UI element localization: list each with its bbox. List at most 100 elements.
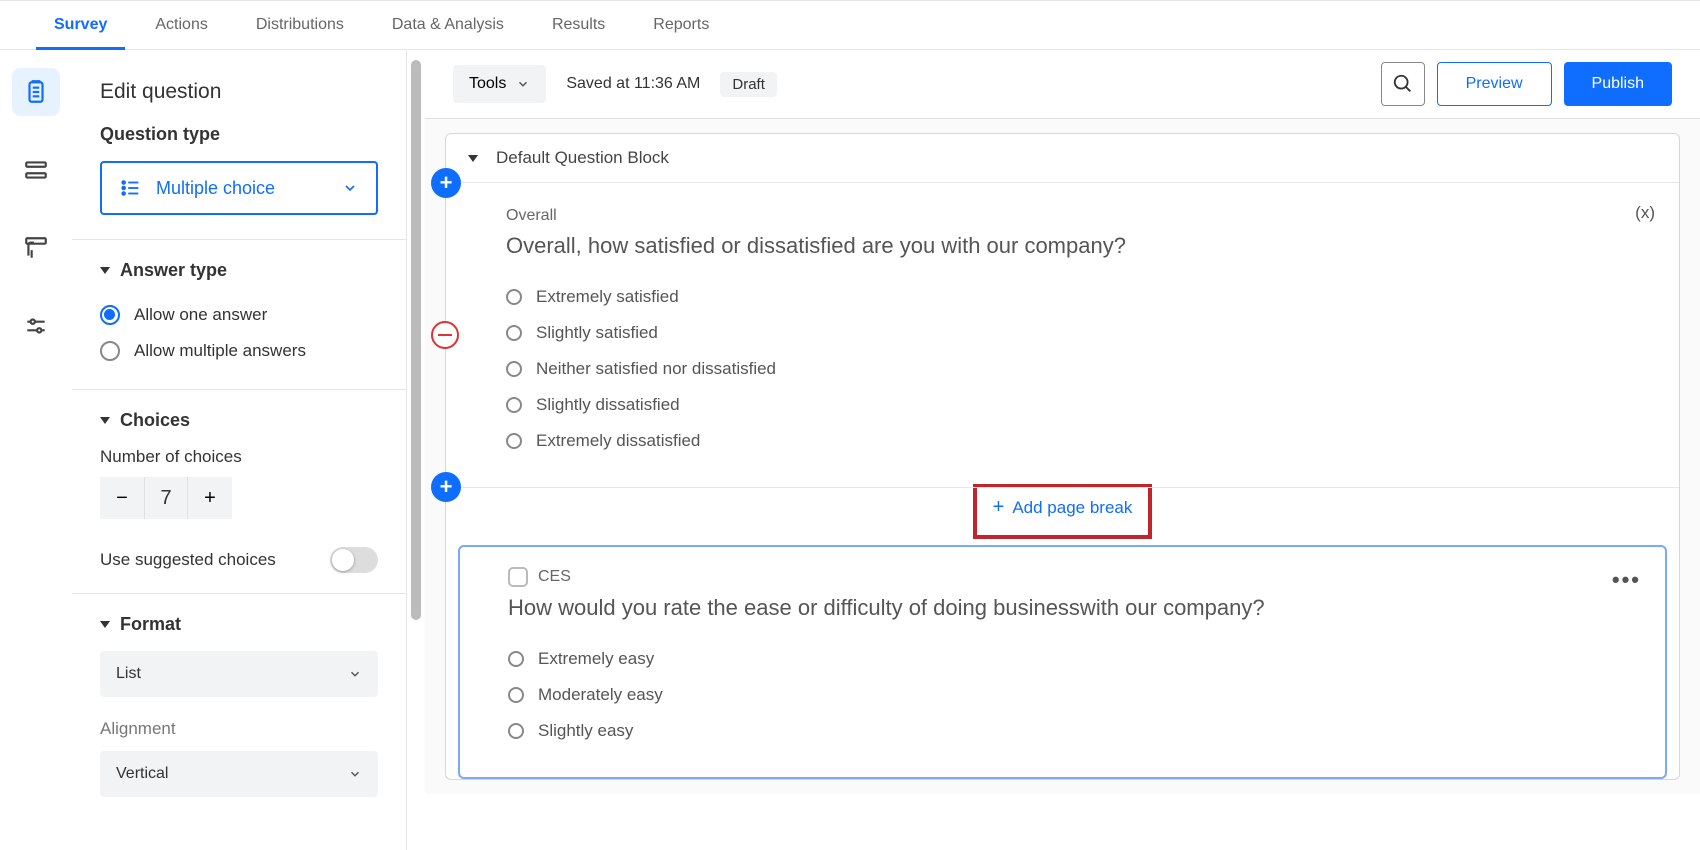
tab-results[interactable]: Results: [528, 1, 629, 49]
question-option[interactable]: Extremely dissatisfied: [506, 423, 1619, 459]
format-section-toggle[interactable]: Format: [100, 614, 378, 635]
plus-icon: +: [993, 496, 1005, 519]
radio-allow-multiple-label: Allow multiple answers: [134, 341, 306, 361]
option-label: Slightly easy: [538, 721, 633, 741]
tab-reports[interactable]: Reports: [629, 1, 733, 49]
rail-options-icon[interactable]: [12, 302, 60, 350]
question-block: Default Question Block + + (x) Overall O…: [445, 133, 1680, 780]
num-choices-label: Number of choices: [100, 447, 378, 467]
option-label: Extremely easy: [538, 649, 654, 669]
rail-flow-icon[interactable]: [12, 146, 60, 194]
tab-survey[interactable]: Survey: [30, 1, 131, 49]
alignment-select-value: Vertical: [116, 765, 168, 783]
saved-status: Saved at 11:36 AM: [566, 75, 700, 93]
alignment-select[interactable]: Vertical: [100, 751, 378, 797]
caret-down-icon: [100, 417, 110, 424]
stepper-decrement[interactable]: −: [100, 477, 144, 519]
add-question-above-button[interactable]: +: [431, 168, 461, 198]
search-button[interactable]: [1381, 62, 1425, 106]
add-page-break-button[interactable]: + Add page break: [979, 488, 1147, 527]
preview-button[interactable]: Preview: [1437, 62, 1552, 106]
question-option[interactable]: Slightly easy: [508, 713, 1617, 749]
option-label: Slightly dissatisfied: [536, 395, 680, 415]
remove-question-button[interactable]: [431, 321, 459, 349]
tools-button[interactable]: Tools: [453, 65, 546, 103]
stepper-value: 7: [144, 477, 188, 519]
caret-down-icon: [100, 267, 110, 274]
answer-type-section-toggle[interactable]: Answer type: [100, 260, 378, 281]
suggested-choices-toggle[interactable]: [330, 547, 378, 573]
rail-builder-icon[interactable]: [12, 68, 60, 116]
radio-icon: [100, 305, 120, 325]
radio-allow-multiple[interactable]: Allow multiple answers: [100, 333, 378, 369]
rail-look-feel-icon[interactable]: [12, 224, 60, 272]
list-icon: [120, 177, 142, 199]
format-select-value: List: [116, 665, 141, 683]
choices-heading: Choices: [120, 410, 190, 431]
option-label: Moderately easy: [538, 685, 663, 705]
question-option[interactable]: Extremely satisfied: [506, 279, 1619, 315]
tools-label: Tools: [469, 75, 506, 93]
tab-actions[interactable]: Actions: [131, 1, 231, 49]
question-name: Overall: [506, 207, 1619, 225]
option-label: Extremely satisfied: [536, 287, 679, 307]
stepper-increment[interactable]: +: [188, 477, 232, 519]
add-question-below-button[interactable]: +: [431, 472, 461, 502]
tab-data-analysis[interactable]: Data & Analysis: [368, 1, 528, 49]
choices-section-toggle[interactable]: Choices: [100, 410, 378, 431]
chevron-down-icon: [348, 667, 362, 681]
option-label: Extremely dissatisfied: [536, 431, 700, 451]
block-header[interactable]: Default Question Block: [446, 134, 1679, 183]
question-option[interactable]: Slightly satisfied: [506, 315, 1619, 351]
question-option[interactable]: Extremely easy: [508, 641, 1617, 677]
caret-down-icon: [468, 155, 478, 162]
radio-icon: [508, 687, 524, 703]
sidebar-scrollbar[interactable]: [411, 60, 421, 620]
question-option[interactable]: Neither satisfied nor dissatisfied: [506, 351, 1619, 387]
question-option[interactable]: Slightly dissatisfied: [506, 387, 1619, 423]
search-icon: [1392, 73, 1414, 95]
piped-text-action[interactable]: (x): [1635, 203, 1655, 223]
top-nav: Survey Actions Distributions Data & Anal…: [0, 0, 1700, 50]
edit-sidebar: Edit question Question type Multiple cho…: [72, 50, 407, 850]
radio-icon: [100, 341, 120, 361]
qtype-heading: Question type: [72, 124, 406, 161]
answer-type-heading: Answer type: [120, 260, 227, 281]
draft-badge: Draft: [720, 72, 777, 97]
question-option[interactable]: Moderately easy: [508, 677, 1617, 713]
icon-rail: [0, 50, 72, 850]
canvas: Tools Saved at 11:36 AM Draft Preview Pu…: [425, 50, 1700, 850]
radio-allow-one[interactable]: Allow one answer: [100, 297, 378, 333]
suggested-choices-label: Use suggested choices: [100, 550, 276, 570]
radio-allow-one-label: Allow one answer: [134, 305, 267, 325]
select-question-checkbox[interactable]: [508, 567, 528, 587]
radio-icon: [508, 723, 524, 739]
format-select[interactable]: List: [100, 651, 378, 697]
chevron-down-icon: [348, 767, 362, 781]
radio-icon: [506, 397, 522, 413]
caret-down-icon: [100, 621, 110, 628]
alignment-label: Alignment: [100, 719, 378, 739]
chevron-down-icon: [342, 180, 358, 196]
sidebar-title: Edit question: [72, 50, 406, 124]
radio-icon: [508, 651, 524, 667]
format-heading: Format: [120, 614, 181, 635]
radio-icon: [506, 325, 522, 341]
radio-icon: [506, 433, 522, 449]
question-type-select[interactable]: Multiple choice: [100, 161, 378, 215]
question-card[interactable]: ••• CES How would you rate the ease or d…: [458, 545, 1667, 779]
option-label: Slightly satisfied: [536, 323, 658, 343]
chevron-down-icon: [516, 77, 530, 91]
tab-distributions[interactable]: Distributions: [232, 1, 368, 49]
question-menu-button[interactable]: •••: [1612, 567, 1641, 593]
question-type-label: Multiple choice: [156, 178, 275, 199]
num-choices-stepper: − 7 +: [100, 477, 378, 519]
add-page-break-label: Add page break: [1012, 498, 1132, 518]
radio-icon: [506, 361, 522, 377]
option-label: Neither satisfied nor dissatisfied: [536, 359, 776, 379]
question-card[interactable]: + + (x) Overall Overall, how satisfied o…: [446, 183, 1679, 488]
publish-button[interactable]: Publish: [1564, 62, 1672, 106]
question-text[interactable]: Overall, how satisfied or dissatisfied a…: [506, 233, 1619, 259]
question-text[interactable]: How would you rate the ease or difficult…: [508, 595, 1617, 621]
radio-icon: [506, 289, 522, 305]
